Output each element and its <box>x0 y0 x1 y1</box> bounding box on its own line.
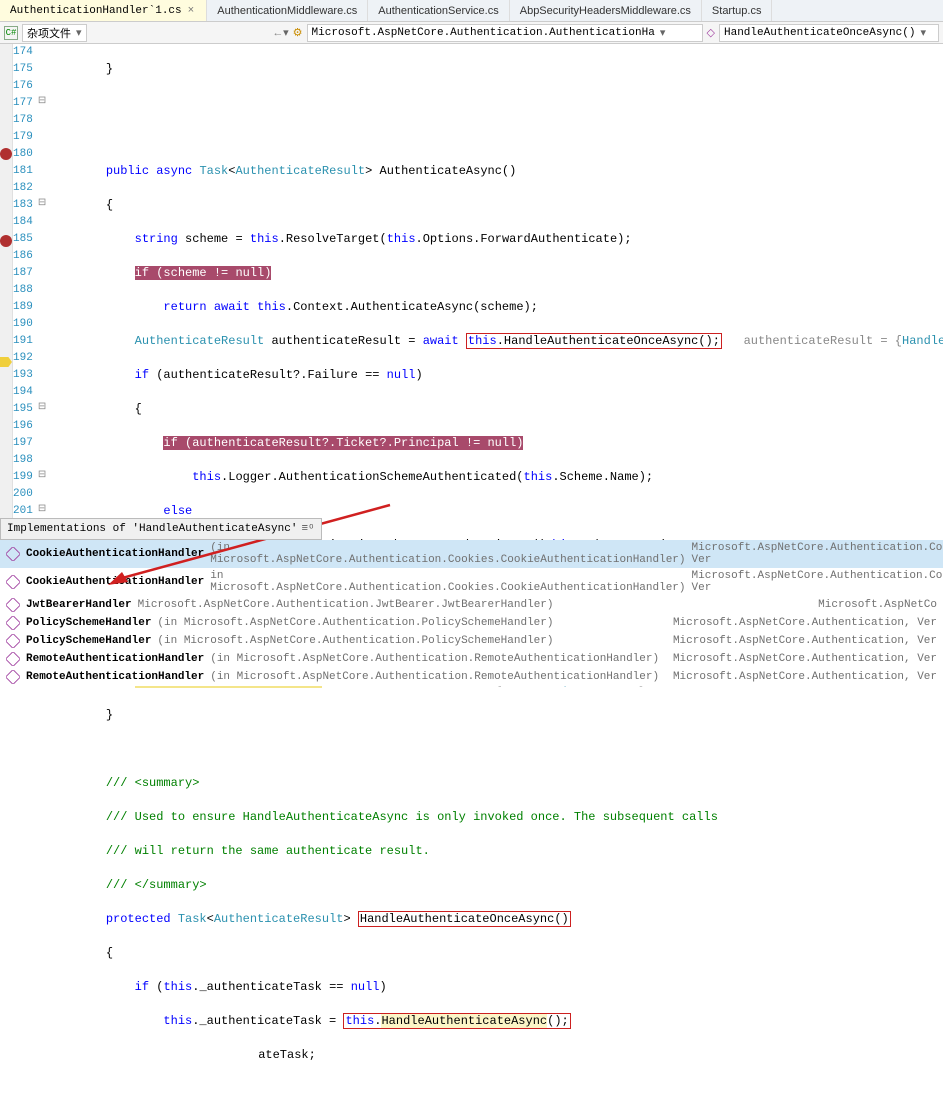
code-line[interactable]: } <box>48 707 943 724</box>
code-line[interactable]: if (this._authenticateTask == null) <box>48 979 943 996</box>
implementations-title: Implementations of 'HandleAuthenticateAs… <box>7 523 297 535</box>
red-highlight: this.HandleAuthenticateOnceAsync(); <box>466 333 722 349</box>
code-line[interactable]: { <box>48 401 943 418</box>
code-line[interactable]: /// will return the same authenticate re… <box>48 843 943 860</box>
impl-location: (in Microsoft.AspNetCore.Authentication.… <box>210 653 667 665</box>
impl-location: (in Microsoft.AspNetCore.Authentication.… <box>157 617 667 629</box>
method-icon <box>6 652 20 666</box>
back-icon[interactable]: ← <box>275 26 289 40</box>
implementation-item[interactable]: CookieAuthenticationHandler (in Microsof… <box>0 540 943 568</box>
csharp-icon: C# <box>4 26 18 40</box>
code-line[interactable]: this._authenticateTask = this.HandleAuth… <box>48 1013 943 1030</box>
code-line[interactable]: return await this.Context.AuthenticateAs… <box>48 299 943 316</box>
impl-name: PolicySchemeHandler <box>26 635 151 647</box>
impl-name: JwtBearerHandler <box>26 599 132 611</box>
tab-bar: AuthenticationHandler`1.cs × Authenticati… <box>0 0 943 22</box>
tab-file[interactable]: AbpSecurityHeadersMiddleware.cs <box>510 0 702 21</box>
code-line[interactable]: { <box>48 197 943 214</box>
implementations-list: CookieAuthenticationHandler (in Microsof… <box>0 540 943 686</box>
method-icon <box>6 598 20 612</box>
red-highlight: HandleAuthenticateOnceAsync() <box>358 911 571 927</box>
project-dropdown[interactable]: 杂项文件 <box>22 24 87 42</box>
implementations-header[interactable]: Implementations of 'HandleAuthenticateAs… <box>0 518 322 540</box>
tab-file[interactable]: AuthenticationService.cs <box>368 0 509 21</box>
fold-toggle[interactable]: ⊟ <box>38 401 46 418</box>
method-icon <box>6 575 20 589</box>
implementation-item[interactable]: CookieAuthenticationHandler in Microsoft… <box>0 568 943 596</box>
code-line[interactable]: if (scheme != null) <box>48 265 943 282</box>
code-line[interactable]: this.Logger.AuthenticationSchemeAuthenti… <box>48 469 943 486</box>
line-number-gutter: 1741751761771781791801811821831841851861… <box>13 44 38 544</box>
method-icon: ◇ <box>707 26 715 40</box>
code-line[interactable]: if (authenticateResult?.Failure == null) <box>48 367 943 384</box>
code-line[interactable]: ateTask; <box>48 1047 943 1064</box>
code-line[interactable]: if (authenticateResult?.Ticket?.Principa… <box>48 435 943 452</box>
impl-name: PolicySchemeHandler <box>26 617 151 629</box>
code-area[interactable]: } public async Task<AuthenticateResult> … <box>46 44 943 544</box>
code-line[interactable]: { <box>48 945 943 962</box>
implementation-item[interactable]: RemoteAuthenticationHandler (in Microsof… <box>0 650 943 668</box>
method-icon <box>6 616 20 630</box>
code-line[interactable]: /// Used to ensure HandleAuthenticateAsy… <box>48 809 943 826</box>
impl-location: (in Microsoft.AspNetCore.Authentication.… <box>210 542 685 566</box>
implementation-item[interactable]: RemoteAuthenticationHandler (in Microsof… <box>0 668 943 686</box>
breakpoint-gutter[interactable] <box>0 44 13 544</box>
code-line[interactable] <box>48 95 943 112</box>
tab-label: AuthenticationHandler`1.cs <box>10 5 182 17</box>
fold-gutter[interactable]: ⊟ ⊟ ⊟ ⊟ ⊟ ⊞ <box>38 44 46 544</box>
method-icon <box>6 547 20 561</box>
code-line[interactable] <box>48 129 943 146</box>
method-icon <box>6 634 20 648</box>
tab-file[interactable]: AuthenticationMiddleware.cs <box>207 0 368 21</box>
impl-name: RemoteAuthenticationHandler <box>26 653 204 665</box>
impl-name: CookieAuthenticationHandler <box>26 576 204 588</box>
code-line[interactable]: protected Task<AuthenticateResult> Handl… <box>48 911 943 928</box>
method-pin-icon: ⚙ <box>293 26 303 40</box>
impl-assembly: Microsoft.AspNetCo <box>818 599 937 611</box>
impl-location: Microsoft.AspNetCore.Authentication.JwtB… <box>138 599 813 611</box>
implementation-item[interactable]: JwtBearerHandler Microsoft.AspNetCore.Au… <box>0 596 943 614</box>
impl-assembly: Microsoft.AspNetCore.Authentication.Cook… <box>692 542 943 566</box>
breakpoint-icon[interactable] <box>0 235 12 247</box>
current-line-icon <box>0 357 12 367</box>
impl-location: (in Microsoft.AspNetCore.Authentication.… <box>157 635 667 647</box>
member-dropdown[interactable]: HandleAuthenticateOnceAsync() <box>719 24 939 42</box>
code-line[interactable]: /// <summary> <box>48 775 943 792</box>
impl-assembly: Microsoft.AspNetCore.Authentication, Ver <box>673 671 937 683</box>
code-line[interactable]: /// </summary> <box>48 877 943 894</box>
code-line[interactable]: string scheme = this.ResolveTarget(this.… <box>48 231 943 248</box>
debug-hint: authenticateResult = { <box>722 334 902 348</box>
implementation-item[interactable]: PolicySchemeHandler (in Microsoft.AspNet… <box>0 632 943 650</box>
impl-location: (in Microsoft.AspNetCore.Authentication.… <box>210 671 667 683</box>
impl-name: CookieAuthenticationHandler <box>26 548 204 560</box>
breakpoint-highlight: if (scheme != null) <box>135 266 272 280</box>
nav-toolbar: C# 杂项文件 ← ⚙ Microsoft.AspNetCore.Authent… <box>0 22 943 44</box>
impl-assembly: Microsoft.AspNetCore.Authentication, Ver <box>673 653 937 665</box>
fold-toggle[interactable]: ⊟ <box>38 469 46 486</box>
impl-assembly: Microsoft.AspNetCore.Authentication, Ver <box>673 617 937 629</box>
tab-file[interactable]: Startup.cs <box>702 0 773 21</box>
editor: 1741751761771781791801811821831841851861… <box>0 44 943 544</box>
type-dropdown[interactable]: Microsoft.AspNetCore.Authentication.Auth… <box>307 24 703 42</box>
tab-file-active[interactable]: AuthenticationHandler`1.cs × <box>0 0 207 21</box>
breakpoint-icon[interactable] <box>0 148 12 160</box>
impl-name: RemoteAuthenticationHandler <box>26 671 204 683</box>
impl-location: in Microsoft.AspNetCore.Authentication.C… <box>210 570 685 594</box>
impl-assembly: Microsoft.AspNetCore.Authentication, Ver <box>673 635 937 647</box>
filter-icon[interactable]: ≡ᵒ <box>301 523 314 535</box>
breakpoint-highlight: if (authenticateResult?.Ticket?.Principa… <box>163 436 523 450</box>
code-line[interactable]: } <box>48 61 943 78</box>
fold-toggle[interactable]: ⊟ <box>38 197 46 214</box>
implementation-item[interactable]: PolicySchemeHandler (in Microsoft.AspNet… <box>0 614 943 632</box>
method-icon <box>6 670 20 684</box>
code-line[interactable]: AuthenticateResult authenticateResult = … <box>48 333 943 350</box>
impl-assembly: Microsoft.AspNetCore.Authentication.Cook… <box>692 570 943 594</box>
red-highlight: this.HandleAuthenticateAsync(); <box>343 1013 570 1029</box>
code-line[interactable]: public async Task<AuthenticateResult> Au… <box>48 163 943 180</box>
code-line[interactable] <box>48 741 943 758</box>
fold-toggle[interactable]: ⊟ <box>38 95 46 112</box>
close-icon[interactable]: × <box>186 5 197 17</box>
